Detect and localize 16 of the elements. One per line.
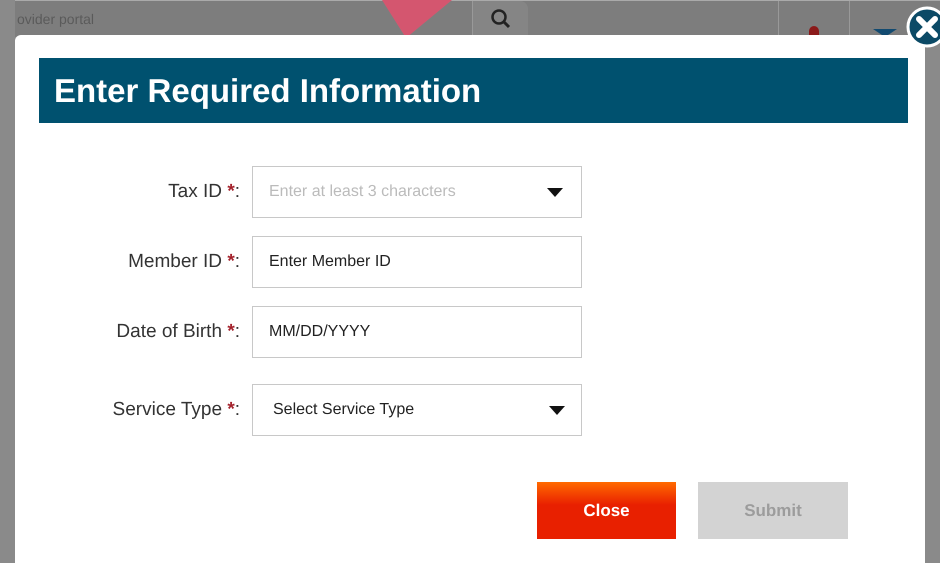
- service-type-dropdown[interactable]: Select Service Type: [252, 384, 582, 436]
- search-button[interactable]: [472, 1, 528, 37]
- close-icon[interactable]: [906, 6, 940, 48]
- input-field[interactable]: MM/DD/YYYY: [252, 306, 582, 358]
- close-button[interactable]: Close: [537, 482, 676, 539]
- caret-icon: [549, 406, 565, 414]
- combobox-field[interactable]: Enter at least 3 characters: [252, 166, 582, 218]
- field-label: Member ID *:: [128, 251, 240, 273]
- field-label: Service Type *:: [112, 399, 240, 421]
- caret-icon: [547, 188, 563, 197]
- field-label: Tax ID *:: [168, 181, 240, 203]
- search-icon: [490, 8, 512, 30]
- dialog-title: Enter Required Information: [39, 58, 908, 123]
- envelope-icon: [873, 29, 897, 37]
- field-label: Date of Birth *:: [116, 321, 240, 343]
- input-field[interactable]: Enter Member ID: [252, 236, 582, 288]
